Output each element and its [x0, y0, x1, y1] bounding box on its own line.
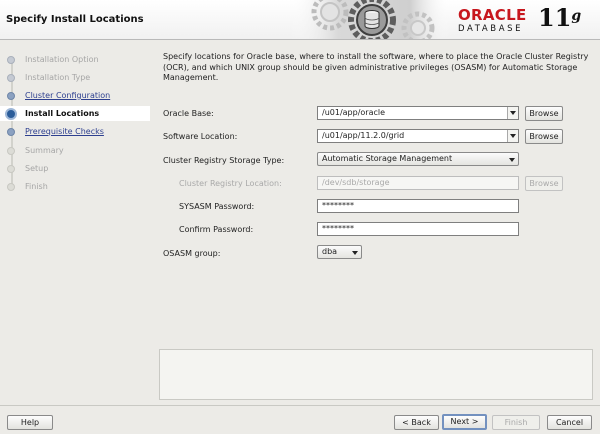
- footer-divider: [0, 405, 600, 406]
- step-finish: Finish: [0, 179, 150, 194]
- software-location-browse-button[interactable]: Browse: [525, 129, 563, 144]
- software-location-combo[interactable]: /u01/app/11.2.0/grid: [317, 129, 519, 143]
- sysasm-password-label: SYSASM Password:: [179, 202, 255, 211]
- oracle-base-label: Oracle Base:: [163, 109, 214, 118]
- instructions-text: Specify locations for Oracle base, where…: [163, 52, 589, 83]
- storage-type-label: Cluster Registry Storage Type:: [163, 156, 285, 165]
- header-banner: Specify Install Locations ORACLE DATABAS…: [0, 0, 600, 40]
- step-pending-icon: [7, 165, 15, 173]
- osasm-group-value[interactable]: dba: [322, 247, 337, 256]
- step-link-icon: [7, 92, 15, 100]
- software-location-value[interactable]: /u01/app/11.2.0/grid: [322, 131, 404, 140]
- step-label: Summary: [25, 146, 64, 155]
- storage-type-select[interactable]: Automatic Storage Management: [317, 152, 519, 166]
- help-button[interactable]: Help: [7, 415, 53, 430]
- main-panel: Specify locations for Oracle base, where…: [155, 44, 597, 404]
- step-label: Installation Type: [25, 73, 91, 82]
- step-label: Finish: [25, 182, 48, 191]
- step-done-icon: [7, 56, 15, 64]
- back-button[interactable]: < Back: [394, 415, 439, 430]
- registry-location-label: Cluster Registry Location:: [179, 179, 282, 188]
- step-cluster-configuration[interactable]: Cluster Configuration: [0, 88, 150, 103]
- step-label[interactable]: Cluster Configuration: [25, 91, 110, 100]
- brand-product: DATABASE: [458, 24, 524, 34]
- chevron-down-icon[interactable]: [509, 158, 515, 162]
- wizard-steps: Installation Option Installation Type Cl…: [0, 48, 150, 198]
- sysasm-password-input[interactable]: ********: [317, 199, 519, 213]
- step-current-icon: [5, 108, 17, 120]
- step-label: Install Locations: [25, 109, 100, 118]
- step-prerequisite-checks[interactable]: Prerequisite Checks: [0, 124, 150, 139]
- gears-graphic: [290, 0, 450, 39]
- step-install-locations: Install Locations: [0, 106, 150, 121]
- chevron-down-icon[interactable]: [352, 251, 358, 255]
- registry-location-placeholder: /dev/sdb/storage: [322, 178, 390, 187]
- brand-version-number: 11: [538, 3, 572, 32]
- step-label[interactable]: Prerequisite Checks: [25, 127, 104, 136]
- confirm-password-value[interactable]: ********: [322, 224, 354, 233]
- registry-location-browse-button[interactable]: Browse: [525, 176, 563, 191]
- osasm-group-select[interactable]: dba: [317, 245, 362, 259]
- step-link-icon: [7, 128, 15, 136]
- page-title: Specify Install Locations: [6, 14, 144, 25]
- step-pending-icon: [7, 183, 15, 191]
- storage-type-value[interactable]: Automatic Storage Management: [322, 154, 452, 163]
- step-summary: Summary: [0, 143, 150, 158]
- step-setup: Setup: [0, 161, 150, 176]
- next-button[interactable]: Next >: [442, 414, 487, 430]
- chevron-down-icon[interactable]: [507, 130, 518, 142]
- software-location-label: Software Location:: [163, 132, 238, 141]
- finish-button[interactable]: Finish: [492, 415, 540, 430]
- oracle-base-combo[interactable]: /u01/app/oracle: [317, 106, 519, 120]
- message-pane: [159, 349, 593, 400]
- oracle-base-browse-button[interactable]: Browse: [525, 106, 563, 121]
- sysasm-password-value[interactable]: ********: [322, 201, 354, 210]
- confirm-password-label: Confirm Password:: [179, 225, 254, 234]
- step-installation-option: Installation Option: [0, 52, 150, 67]
- step-installation-type: Installation Type: [0, 70, 150, 85]
- step-label: Installation Option: [25, 55, 99, 64]
- oracle-base-value[interactable]: /u01/app/oracle: [322, 108, 385, 117]
- osasm-group-label: OSASM group:: [163, 249, 221, 258]
- step-pending-icon: [7, 147, 15, 155]
- confirm-password-input[interactable]: ********: [317, 222, 519, 236]
- registry-location-input[interactable]: /dev/sdb/storage: [317, 176, 519, 190]
- brand-name: ORACLE: [458, 6, 527, 24]
- cancel-button[interactable]: Cancel: [547, 415, 592, 430]
- step-label: Setup: [25, 164, 49, 173]
- oracle-logo: ORACLE DATABASE: [458, 7, 538, 34]
- chevron-down-icon[interactable]: [507, 107, 518, 119]
- brand-version: 11g: [538, 5, 581, 31]
- brand-version-suffix: g: [571, 8, 582, 24]
- step-done-icon: [7, 74, 15, 82]
